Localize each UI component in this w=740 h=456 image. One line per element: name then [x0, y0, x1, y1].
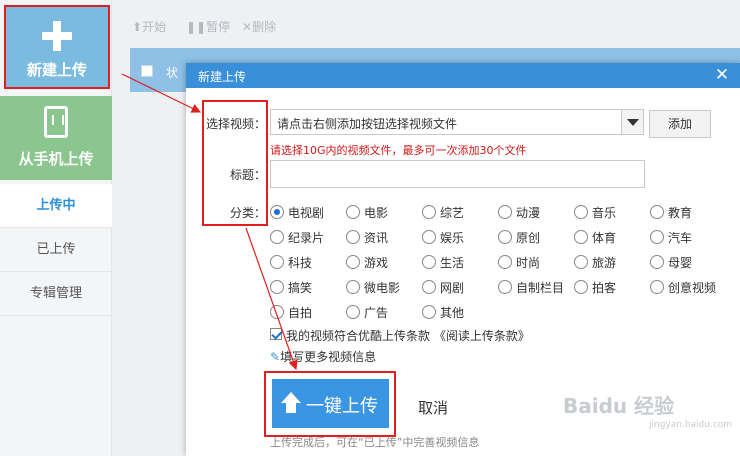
annotation-arrow: [121, 73, 202, 113]
watermark-url: jingyan.baidu.com: [649, 420, 733, 430]
watermark-logo-text: Baidu 经验: [563, 394, 675, 418]
annotation-arrow: [245, 227, 298, 371]
baidu-watermark: Baidu 经验 jingyan.baidu.com: [563, 368, 733, 438]
